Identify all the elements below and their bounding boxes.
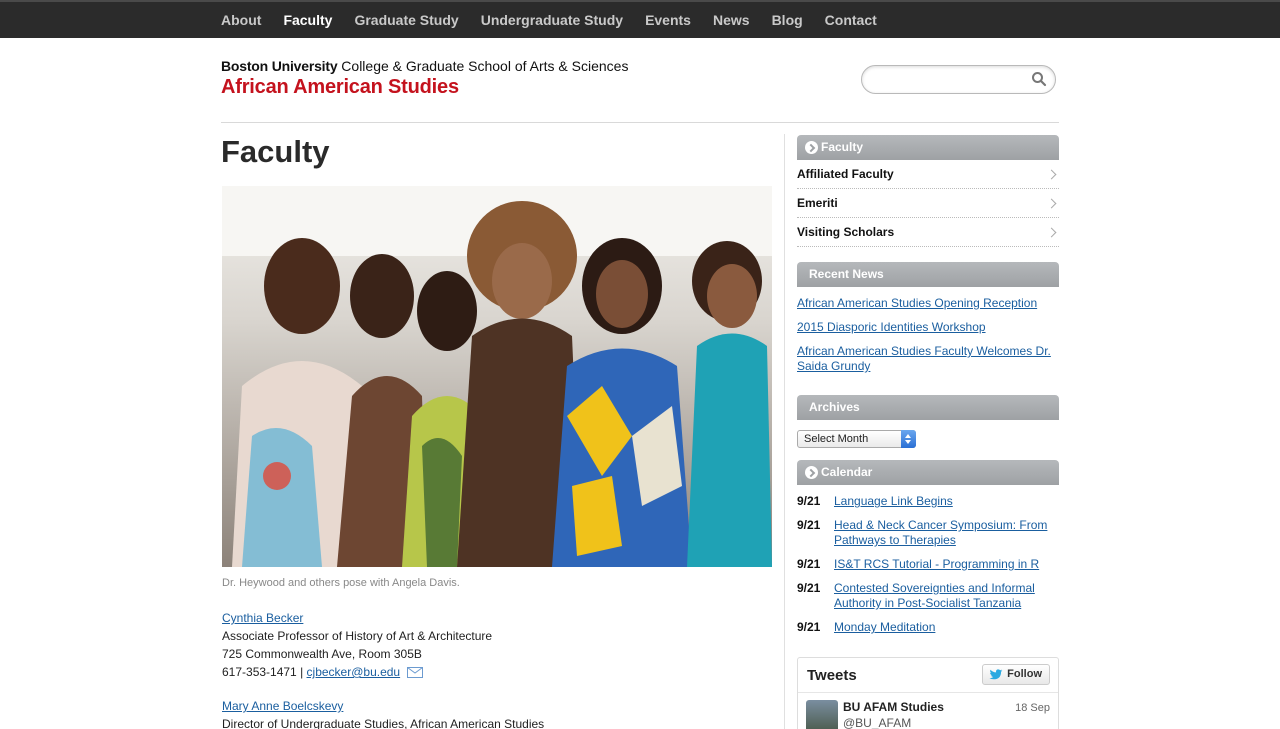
twitter-follow-button[interactable]: Follow	[982, 664, 1050, 685]
event-link[interactable]: Monday Meditation	[834, 620, 935, 635]
nav-item-events[interactable]: Events	[645, 12, 691, 28]
nav-item-undergraduate-study[interactable]: Undergraduate Study	[481, 12, 623, 28]
calendar-event: 9/21 IS&T RCS Tutorial - Programming in …	[797, 557, 1059, 572]
sidebar-item-emeriti[interactable]: Emeriti	[797, 189, 1059, 218]
sidebar-archives-section: Archives Select Month	[797, 395, 1059, 448]
faculty-email-link[interactable]: cjbecker@bu.edu	[307, 665, 401, 679]
nav-item-about[interactable]: About	[221, 12, 261, 28]
nav-list: About Faculty Graduate Study Undergradua…	[221, 2, 899, 38]
chevron-right-icon	[1046, 169, 1057, 180]
sidebar-item-label: Affiliated Faculty	[797, 167, 894, 181]
news-link[interactable]: African American Studies Opening Recepti…	[797, 296, 1059, 311]
column-divider	[784, 134, 785, 729]
college-name: College & Graduate School of Arts & Scie…	[341, 58, 629, 74]
calendar-event: 9/21 Contested Sovereignties and Informa…	[797, 581, 1059, 611]
chevron-right-icon	[805, 141, 818, 154]
search-icon[interactable]	[1031, 71, 1047, 87]
chevron-right-icon	[805, 466, 818, 479]
nav-item-blog[interactable]: Blog	[772, 12, 803, 28]
sidebar-news-heading: Recent News	[797, 262, 1059, 287]
faculty-entry: Mary Anne Boelcskevy Director of Undergr…	[222, 697, 544, 729]
sidebar-item-label: Visiting Scholars	[797, 225, 895, 239]
sidebar-news-section: Recent News African American Studies Ope…	[797, 262, 1059, 374]
faculty-title: Associate Professor of History of Art & …	[222, 629, 493, 643]
tweets-widget: Tweets Follow BU AFAM Studies @BU_AFAM 1…	[797, 657, 1059, 729]
event-link[interactable]: Head & Neck Cancer Symposium: From Pathw…	[834, 518, 1059, 548]
archives-month-select[interactable]: Select Month	[797, 430, 916, 448]
sidebar-calendar-section: Calendar 9/21 Language Link Begins 9/21 …	[797, 460, 1059, 635]
sidebar-item-affiliated-faculty[interactable]: Affiliated Faculty	[797, 160, 1059, 189]
event-link[interactable]: IS&T RCS Tutorial - Programming in R	[834, 557, 1039, 572]
event-date: 9/21	[797, 494, 821, 508]
tweets-title: Tweets	[807, 667, 857, 684]
sidebar-item-label: Emeriti	[797, 196, 838, 210]
calendar-event: 9/21 Head & Neck Cancer Symposium: From …	[797, 518, 1059, 548]
university-name: Boston University	[221, 58, 338, 74]
chevron-right-icon	[1046, 198, 1057, 209]
faculty-title: Director of Undergraduate Studies, Afric…	[222, 717, 545, 729]
top-nav: About Faculty Graduate Study Undergradua…	[0, 0, 1280, 38]
site-branding: Boston University College & Graduate Sch…	[221, 58, 628, 99]
event-link[interactable]: Contested Sovereignties and Informal Aut…	[834, 581, 1059, 611]
calendar-event: 9/21 Language Link Begins	[797, 494, 1059, 509]
page-title: Faculty	[221, 134, 330, 169]
sidebar-archives-heading: Archives	[797, 395, 1059, 420]
college-line[interactable]: Boston University College & Graduate Sch…	[221, 58, 628, 74]
event-link[interactable]: Language Link Begins	[834, 494, 953, 509]
sidebar-faculty-heading[interactable]: Faculty	[797, 135, 1059, 160]
faculty-name-link[interactable]: Mary Anne Boelcskevy	[222, 699, 343, 713]
news-link[interactable]: African American Studies Faculty Welcome…	[797, 344, 1059, 374]
photo-caption: Dr. Heywood and others pose with Angela …	[222, 577, 460, 589]
faculty-entry: Cynthia Becker Associate Professor of Hi…	[222, 609, 492, 681]
event-date: 9/21	[797, 581, 821, 595]
follow-label: Follow	[1007, 668, 1042, 680]
event-date: 9/21	[797, 557, 821, 571]
header-divider	[221, 122, 1059, 123]
search-input[interactable]	[874, 71, 1029, 89]
chevron-right-icon	[1046, 227, 1057, 238]
nav-item-news[interactable]: News	[713, 12, 750, 28]
faculty-name-link[interactable]: Cynthia Becker	[222, 611, 303, 625]
nav-item-faculty[interactable]: Faculty	[283, 12, 332, 28]
sidebar-faculty-section: Faculty Affiliated Faculty Emeriti Visit…	[797, 135, 1059, 247]
mail-icon[interactable]	[407, 667, 424, 678]
faculty-address: 725 Commonwealth Ave, Room 305B	[222, 647, 422, 661]
select-arrows-icon	[901, 430, 916, 448]
faculty-phone: 617-353-1471 |	[222, 665, 304, 679]
tweet-date[interactable]: 18 Sep	[1015, 702, 1050, 714]
tweets-divider	[798, 692, 1058, 693]
tweet-author-handle[interactable]: @BU_AFAM	[843, 716, 911, 729]
news-link[interactable]: 2015 Diasporic Identities Workshop	[797, 320, 1059, 335]
select-value: Select Month	[804, 433, 869, 445]
search-box	[861, 65, 1056, 94]
department-name[interactable]: African American Studies	[221, 76, 628, 99]
nav-item-graduate-study[interactable]: Graduate Study	[354, 12, 458, 28]
sidebar-heading-label: Calendar	[821, 465, 873, 479]
event-date: 9/21	[797, 518, 821, 532]
sidebar-heading-label: Faculty	[821, 140, 864, 154]
twitter-bird-icon	[989, 669, 1003, 680]
nav-item-contact[interactable]: Contact	[825, 12, 877, 28]
avatar[interactable]	[806, 700, 838, 729]
calendar-event: 9/21 Monday Meditation	[797, 620, 1059, 635]
sidebar-item-visiting-scholars[interactable]: Visiting Scholars	[797, 218, 1059, 247]
event-date: 9/21	[797, 620, 821, 634]
faculty-group-photo	[222, 186, 772, 567]
sidebar-calendar-heading[interactable]: Calendar	[797, 460, 1059, 485]
tweet-author-name[interactable]: BU AFAM Studies	[843, 700, 944, 714]
